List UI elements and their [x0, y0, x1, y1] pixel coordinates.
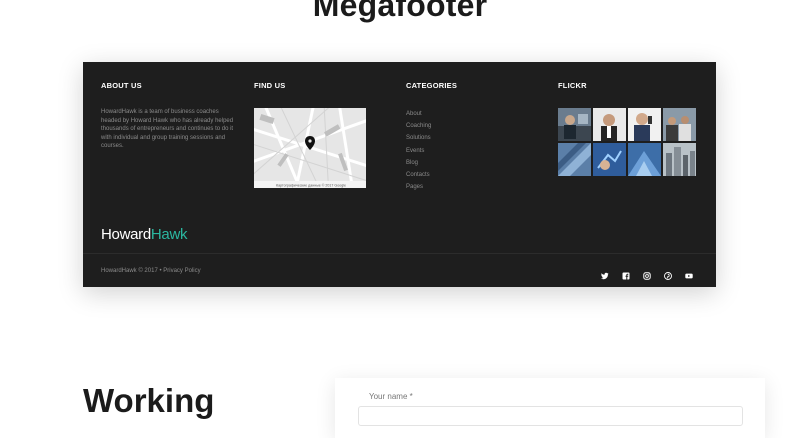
category-link-pages[interactable]: Pages: [406, 181, 457, 193]
youtube-icon[interactable]: [685, 267, 693, 279]
logo-howard: Howard: [101, 226, 151, 243]
contact-form: Your name *: [335, 378, 765, 438]
flickr-photo[interactable]: [628, 108, 661, 141]
copyright-text: HowardHawk © 2017 •: [101, 268, 162, 274]
social-links: [601, 267, 693, 280]
categories-column: CATEGORIES About Coaching Solutions Even…: [406, 81, 457, 193]
copyright: HowardHawk © 2017 • Privacy Policy: [101, 268, 201, 274]
twitter-icon[interactable]: [601, 267, 609, 280]
about-us-column: ABOUT US HowardHawk is a team of busines…: [101, 81, 239, 151]
footer-divider: [83, 253, 716, 254]
facebook-icon[interactable]: [622, 267, 630, 280]
category-link-events[interactable]: Events: [406, 145, 457, 157]
flickr-photo[interactable]: [628, 143, 661, 176]
about-us-text: HowardHawk is a team of business coaches…: [101, 109, 234, 149]
pinterest-icon[interactable]: [664, 267, 672, 280]
category-link-solutions[interactable]: Solutions: [406, 132, 457, 144]
find-us-column: FIND US Картографические данные © 2017 G…: [254, 81, 366, 188]
map-graphic: Картографические данные © 2017 Google: [254, 108, 366, 188]
flickr-photo[interactable]: [558, 143, 591, 176]
category-link-about[interactable]: About: [406, 108, 457, 120]
name-input[interactable]: [358, 406, 743, 426]
page-title: Megafooter: [312, 0, 488, 23]
svg-text:Картографические данные © 2017: Картографические данные © 2017 Google: [276, 184, 346, 188]
categories-list: About Coaching Solutions Events Blog Con…: [406, 108, 457, 193]
working-heading: Working: [83, 382, 215, 419]
categories-title: CATEGORIES: [406, 81, 458, 90]
category-link-blog[interactable]: Blog: [406, 157, 457, 169]
logo-hawk: Hawk: [150, 226, 188, 243]
flickr-title: FLICKR: [558, 81, 587, 90]
flickr-photo[interactable]: [663, 108, 696, 141]
howardhawk-logo[interactable]: HowardHawk: [101, 226, 188, 243]
name-field-label: Your name *: [369, 392, 413, 401]
find-us-title: FIND US: [254, 81, 286, 90]
megafooter: ABOUT US HowardHawk is a team of busines…: [83, 62, 716, 287]
category-link-coaching[interactable]: Coaching: [406, 120, 457, 132]
about-us-title: ABOUT US: [101, 81, 142, 90]
category-link-contacts[interactable]: Contacts: [406, 169, 457, 181]
instagram-icon[interactable]: [643, 267, 651, 280]
location-map[interactable]: Картографические данные © 2017 Google: [254, 108, 366, 188]
flickr-photo[interactable]: [593, 143, 626, 176]
flickr-photo[interactable]: [558, 108, 591, 141]
flickr-gallery: [558, 108, 698, 178]
privacy-policy-link[interactable]: Privacy Policy: [163, 268, 200, 274]
flickr-column: FLICKR: [558, 81, 696, 176]
flickr-photo[interactable]: [663, 143, 696, 176]
flickr-photo[interactable]: [593, 108, 626, 141]
